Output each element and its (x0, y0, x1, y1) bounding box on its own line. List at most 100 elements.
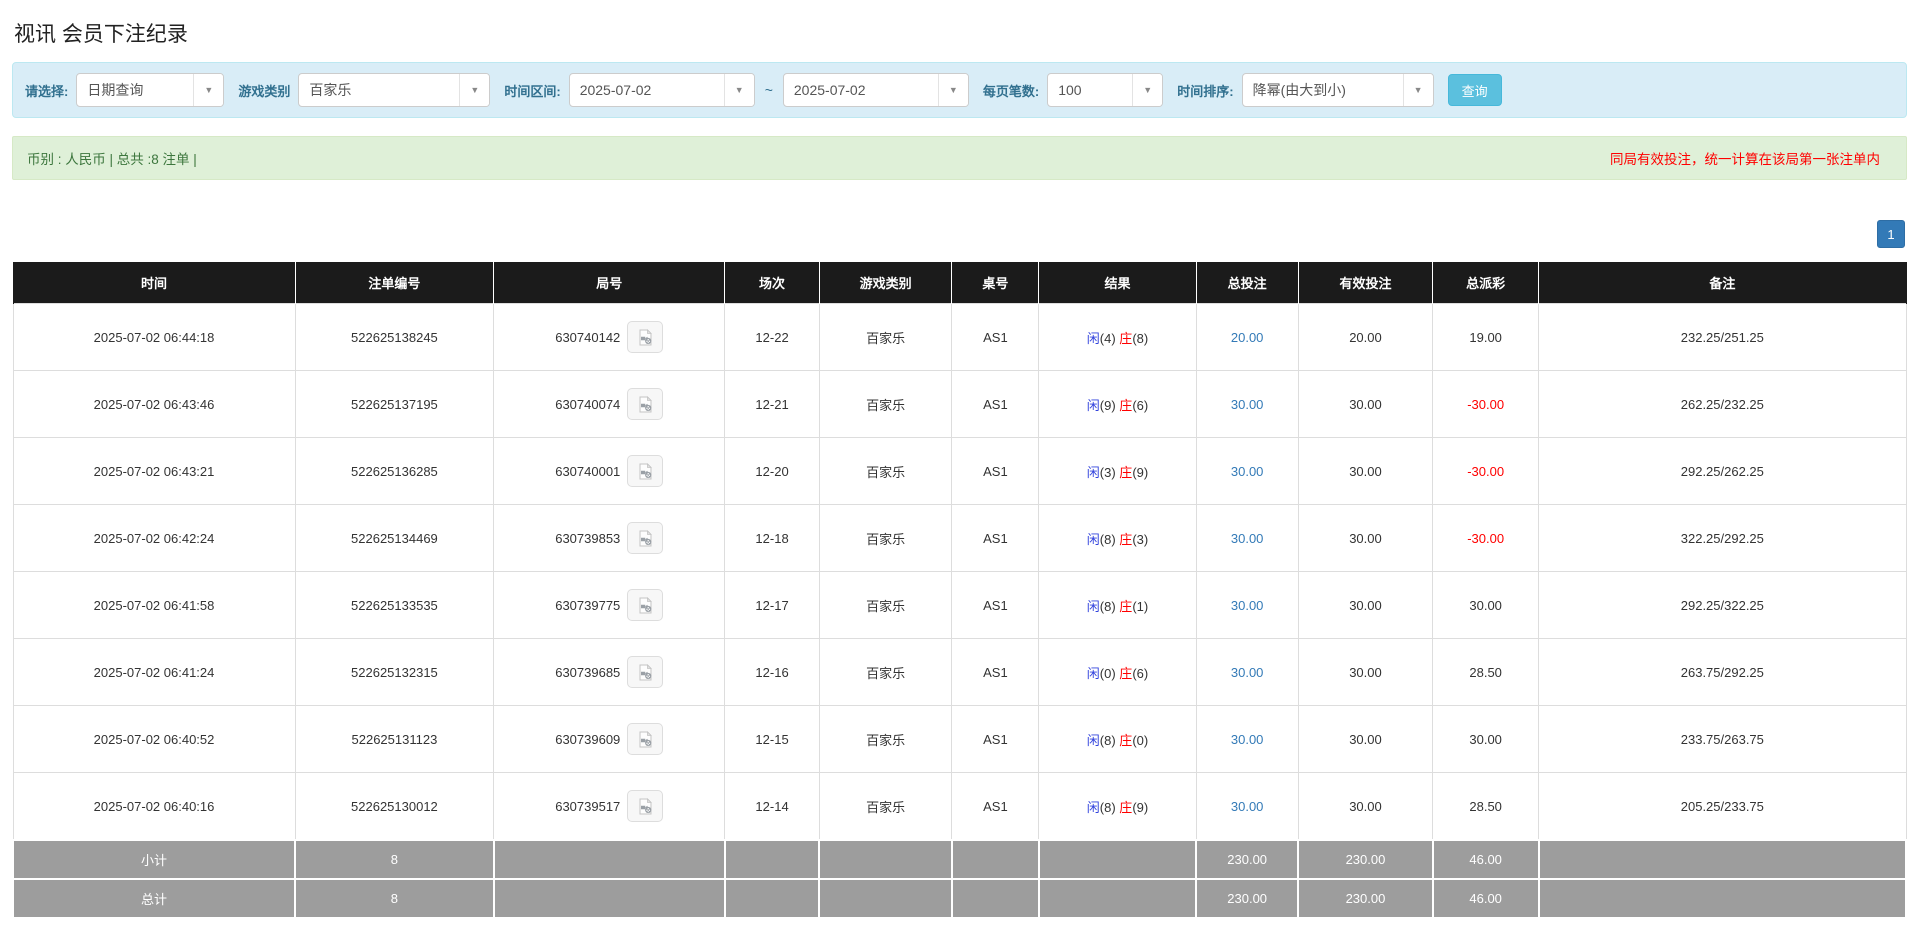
summary-bar: 币别 : 人民币 | 总共 :8 注单 | 同局有效投注，统一计算在该局第一张注… (12, 136, 1907, 180)
chevron-down-icon: ▼ (937, 74, 968, 106)
cell-valid-bet: 30.00 (1297, 370, 1434, 438)
grand-total-row-total-bet: 230.00 (1195, 878, 1300, 919)
cell-table-no: AS1 (951, 772, 1040, 841)
cell-session: 12-16 (724, 638, 820, 706)
round-number: 630739685 (555, 664, 621, 680)
video-replay-button[interactable] (627, 589, 664, 621)
cell-result: 闲(8) 庄(1) (1038, 571, 1197, 639)
table-row: 2025-07-02 06:40:16 522625130012 630739517… (12, 772, 1907, 841)
total-bet-link[interactable]: 30.00 (1231, 531, 1264, 546)
video-replay-button[interactable] (627, 723, 664, 755)
cell-valid-bet: 30.00 (1297, 705, 1434, 773)
cell-payout: -30.00 (1432, 370, 1540, 438)
cell-game: 百家乐 (818, 571, 953, 639)
result-player-label: 闲 (1086, 799, 1100, 815)
grand-total-row-label: 总计 (11, 878, 297, 919)
subtotal-row-payout: 46.00 (1431, 839, 1540, 880)
game-category-select[interactable]: 百家乐 ▼ (298, 73, 491, 107)
result-player-label: 闲 (1086, 464, 1100, 480)
cell-result: 闲(8) 庄(0) (1038, 705, 1197, 773)
cell-session: 12-18 (724, 504, 820, 572)
column-header-game: 游戏类别 (818, 262, 953, 304)
subtotal-row-count: 8 (294, 839, 495, 880)
column-header-remark: 备注 (1538, 262, 1907, 304)
total-bet-link[interactable]: 30.00 (1231, 665, 1264, 680)
table-header: 时间 注单编号 局号 场次 游戏类别 桌号 结果 总投注 有效投注 总派彩 备注 (12, 262, 1907, 304)
search-button[interactable]: 查询 (1447, 74, 1502, 106)
video-replay-icon (639, 663, 652, 680)
cell-game: 百家乐 (818, 638, 953, 706)
cell-total-bet: 30.00 (1195, 705, 1299, 773)
chevron-down-icon: ▼ (1402, 74, 1433, 106)
total-bet-link[interactable]: 30.00 (1231, 732, 1264, 747)
result-banker-label: 庄 (1119, 799, 1133, 815)
chevron-down-icon: ▼ (1132, 74, 1163, 106)
result-player-label: 闲 (1086, 330, 1100, 346)
video-replay-button[interactable] (627, 321, 664, 353)
video-replay-button[interactable] (627, 388, 664, 420)
cell-remark: 263.75/292.25 (1538, 638, 1907, 706)
cell-result: 闲(4) 庄(8) (1038, 303, 1197, 371)
total-bet-link[interactable]: 30.00 (1231, 598, 1264, 613)
grand-total-row-empty-table-no (950, 878, 1040, 919)
date-to-value: 2025-07-02 (793, 82, 866, 98)
subtotal-row-empty-round (492, 839, 726, 880)
per-page-select[interactable]: 100 ▼ (1047, 73, 1164, 107)
date-from-select[interactable]: 2025-07-02 ▼ (568, 73, 755, 107)
query-type-select[interactable]: 日期查询 ▼ (76, 73, 225, 107)
total-bet-link[interactable]: 30.00 (1231, 799, 1264, 814)
column-header-valid-bet: 有效投注 (1297, 262, 1434, 304)
result-banker-label: 庄 (1119, 598, 1133, 614)
video-replay-button[interactable] (627, 790, 664, 822)
column-header-result: 结果 (1038, 262, 1197, 304)
result-player-label: 闲 (1086, 732, 1100, 748)
result-banker-label: 庄 (1119, 531, 1133, 547)
round-number: 630739775 (555, 597, 621, 613)
column-header-total-bet: 总投注 (1195, 262, 1299, 304)
round-number: 630739517 (555, 798, 621, 814)
cell-payout: -30.00 (1432, 437, 1540, 505)
time-sort-value: 降幂(由大到小) (1252, 82, 1346, 98)
grand-total-row: 总计 8 230.00 230.00 46.00 (11, 878, 1908, 919)
cell-session: 12-15 (724, 705, 820, 773)
video-replay-icon (639, 730, 652, 747)
result-player-label: 闲 (1086, 598, 1100, 614)
video-replay-icon (639, 596, 652, 613)
cell-round: 630739685 (493, 638, 726, 706)
cell-remark: 233.75/263.75 (1538, 705, 1907, 773)
grand-total-row-payout: 46.00 (1431, 878, 1540, 919)
result-banker-label: 庄 (1119, 464, 1133, 480)
column-header-payout: 总派彩 (1432, 262, 1540, 304)
total-bet-link[interactable]: 30.00 (1231, 397, 1264, 412)
result-player-label: 闲 (1086, 397, 1100, 413)
page-button-1[interactable]: 1 (1877, 220, 1905, 248)
cell-session: 12-21 (724, 370, 820, 438)
cell-round: 630739853 (493, 504, 726, 572)
cell-total-bet: 30.00 (1195, 772, 1299, 841)
total-bet-link[interactable]: 20.00 (1231, 330, 1264, 345)
table-row: 2025-07-02 06:41:24 522625132315 630739685… (12, 638, 1907, 706)
cell-remark: 292.25/262.25 (1538, 437, 1907, 505)
cell-bet-id: 522625137195 (294, 370, 495, 438)
cell-result: 闲(0) 庄(6) (1038, 638, 1197, 706)
cell-payout: 30.00 (1432, 571, 1540, 639)
cell-bet-id: 522625136285 (294, 437, 495, 505)
column-header-time: 时间 (12, 262, 296, 304)
video-replay-button[interactable] (627, 455, 664, 487)
date-to-select[interactable]: 2025-07-02 ▼ (782, 73, 969, 107)
video-replay-button[interactable] (627, 656, 664, 688)
grand-total-row-empty-result (1037, 878, 1198, 919)
total-bet-link[interactable]: 30.00 (1231, 464, 1264, 479)
video-replay-button[interactable] (627, 522, 664, 554)
time-sort-select[interactable]: 降幂(由大到小) ▼ (1241, 73, 1434, 107)
per-page-label: 每页笔数: (982, 83, 1040, 99)
cell-total-bet: 30.00 (1195, 370, 1299, 438)
cell-valid-bet: 20.00 (1297, 303, 1434, 371)
cell-round: 630739609 (493, 705, 726, 773)
round-number: 630739609 (555, 731, 621, 747)
game-category-value: 百家乐 (309, 82, 352, 98)
cell-table-no: AS1 (951, 705, 1040, 773)
round-number: 630740001 (555, 463, 621, 479)
cell-payout: 30.00 (1432, 705, 1540, 773)
cell-game: 百家乐 (818, 437, 953, 505)
